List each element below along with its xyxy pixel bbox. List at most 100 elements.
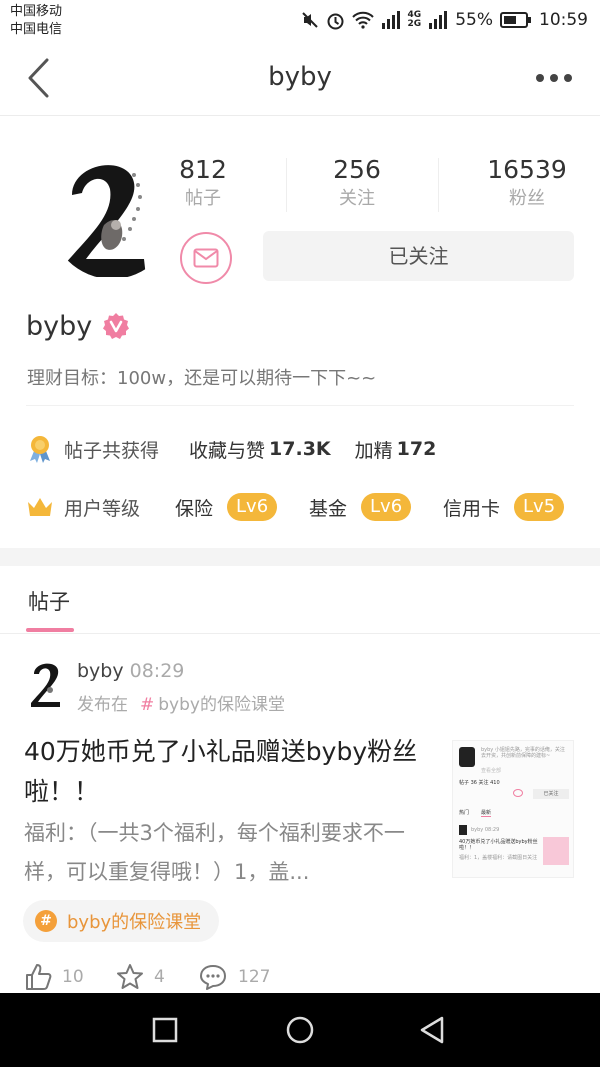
topic-tag[interactable]: # byby的保险课堂	[23, 900, 220, 942]
tab-posts[interactable]: 帖子	[28, 586, 70, 616]
thumb-avatar	[459, 747, 475, 767]
carrier-2: 中国电信	[10, 22, 63, 37]
favorite-button[interactable]: 4	[116, 960, 165, 994]
hashtag-icon: #	[35, 910, 57, 932]
stat-posts-label: 帖子	[185, 188, 221, 209]
battery-icon	[500, 12, 531, 28]
post-thumbnail[interactable]: byby 小姐姐先路，完事的话俺，关注去开资，共创新前保障的建标~ 查看全部 帖…	[452, 740, 574, 878]
comment-button[interactable]: 127	[198, 960, 270, 994]
thumb-post-author-name: byby	[471, 827, 484, 833]
user-bio: 理财目标：100w，还是可以期待一下下~~	[27, 368, 377, 389]
section-divider	[0, 548, 600, 566]
page-title: byby	[268, 62, 332, 92]
thumb-mail-icon	[513, 789, 523, 797]
level-name: 保险	[175, 497, 214, 520]
nav-bar: byby	[0, 40, 600, 116]
network-type: 4G 2G	[408, 11, 422, 29]
thumb-image	[543, 837, 569, 865]
stat-posts[interactable]: 812 帖子	[128, 154, 278, 212]
tab-bar: 帖子	[0, 566, 600, 634]
post-excerpt[interactable]: 福利：（一共3个福利，每个福利要求不一样，可以重复得哦！）1，盖...	[24, 814, 436, 892]
home-icon[interactable]	[281, 1011, 319, 1049]
signal-icon	[381, 11, 400, 29]
stat-following-count: 256	[333, 155, 381, 184]
clock: 10:59	[539, 10, 588, 30]
thumb-tab-2: 最新	[481, 810, 492, 817]
thumb-post-avatar	[459, 825, 467, 835]
divider	[26, 405, 574, 406]
crown-icon	[28, 498, 52, 516]
carrier-1: 中国移动	[10, 4, 63, 19]
favorite-count: 4	[154, 967, 165, 987]
post-author[interactable]: byby 08:29	[77, 660, 184, 682]
elite-label: 加精	[354, 439, 393, 462]
post-author-avatar[interactable]	[26, 660, 66, 708]
thumb-post-excerpt: 福利：1，盖楼福利：请截图日关注	[459, 855, 538, 861]
achievement-row: 帖子共获得 收藏与赞 17.3K 加精 172	[28, 432, 436, 466]
user-name: byby	[26, 310, 93, 342]
like-button[interactable]: 10	[24, 960, 84, 994]
stat-divider	[438, 158, 439, 212]
thumb-more: 查看全部	[481, 768, 502, 774]
post-author-name: byby	[77, 660, 124, 682]
thumb-post-author: byby 08:29	[471, 827, 499, 833]
achievement-label: 帖子共获得	[64, 439, 160, 462]
stat-fans-label: 粉丝	[509, 188, 545, 209]
thumb-tab-1: 热门	[459, 810, 470, 816]
stat-following[interactable]: 256 关注	[282, 154, 432, 212]
battery-percent: 55%	[455, 10, 493, 30]
recent-apps-icon[interactable]	[146, 1011, 184, 1049]
level-badge: Lv5	[514, 493, 565, 521]
alarm-icon	[327, 13, 344, 29]
more-icon[interactable]	[534, 66, 574, 90]
comment-count: 127	[238, 967, 271, 987]
back-triangle-icon[interactable]	[414, 1011, 452, 1049]
hash-icon: #	[140, 695, 155, 715]
like-count: 10	[62, 967, 84, 987]
thumb-bio: byby 小姐姐先路，完事的话俺，关注去开资，共创新前保障的建标~	[481, 747, 565, 759]
posted-in-label: 发布在	[77, 695, 128, 715]
level-fund[interactable]: 基金 Lv6	[309, 490, 412, 524]
network-type-bottom: 2G	[407, 19, 422, 29]
post-channel[interactable]: byby的保险课堂	[158, 695, 285, 715]
user-name-row: byby	[26, 306, 130, 346]
wifi-icon	[351, 11, 374, 29]
favorites-label: 收藏与赞	[189, 439, 266, 462]
user-level-row: 用户等级 保险 Lv6 基金 Lv6 信用卡 Lv5	[26, 490, 586, 524]
thumb-follow: 已关注	[533, 789, 569, 799]
level-name: 基金	[309, 497, 348, 520]
level-badge: Lv6	[361, 493, 412, 521]
level-badge: Lv6	[227, 493, 278, 521]
verified-badge-icon	[103, 313, 130, 339]
message-button[interactable]	[180, 232, 232, 284]
screen: 中国移动 中国电信 4G 2G 55% 10:59 byby 812 帖子 25…	[0, 0, 600, 1067]
stat-posts-count: 812	[179, 155, 227, 184]
level-insurance[interactable]: 保险 Lv6	[175, 490, 278, 524]
follow-button[interactable]: 已关注	[263, 231, 574, 281]
status-bar: 中国移动 中国电信 4G 2G 55% 10:59	[0, 0, 600, 40]
topic-tag-label: byby的保险课堂	[67, 912, 202, 933]
elite-value: 172	[396, 438, 437, 460]
post-actions: 10 4 127	[24, 960, 584, 994]
stat-fans-count: 16539	[487, 155, 567, 184]
post-title[interactable]: 40万她币兑了小礼品赠送byby粉丝啦！！	[24, 732, 436, 812]
mail-icon	[193, 248, 219, 268]
stat-following-label: 关注	[339, 188, 375, 209]
level-credit-card[interactable]: 信用卡 Lv5	[443, 490, 565, 524]
thumbs-up-icon	[26, 964, 52, 990]
tab-active-indicator	[26, 628, 74, 632]
user-level-label: 用户等级	[64, 498, 141, 520]
favorites-value: 17.3K	[269, 438, 331, 460]
post-time: 08:29	[129, 660, 185, 682]
thumb-post-time: 08:29	[484, 827, 500, 833]
status-icons: 4G 2G 55% 10:59	[301, 8, 588, 32]
star-icon	[117, 964, 143, 989]
medal-icon	[30, 436, 50, 463]
post-meta: 发布在 # byby的保险课堂	[77, 690, 285, 715]
signal-icon-2	[429, 11, 448, 29]
thumb-post-title: 40万她币兑了小礼品赠送byby粉丝啦！！	[459, 839, 538, 851]
stat-fans[interactable]: 16539 粉丝	[452, 154, 600, 212]
level-name: 信用卡	[443, 497, 501, 520]
comment-icon	[200, 965, 226, 990]
system-nav-bar	[0, 993, 600, 1067]
